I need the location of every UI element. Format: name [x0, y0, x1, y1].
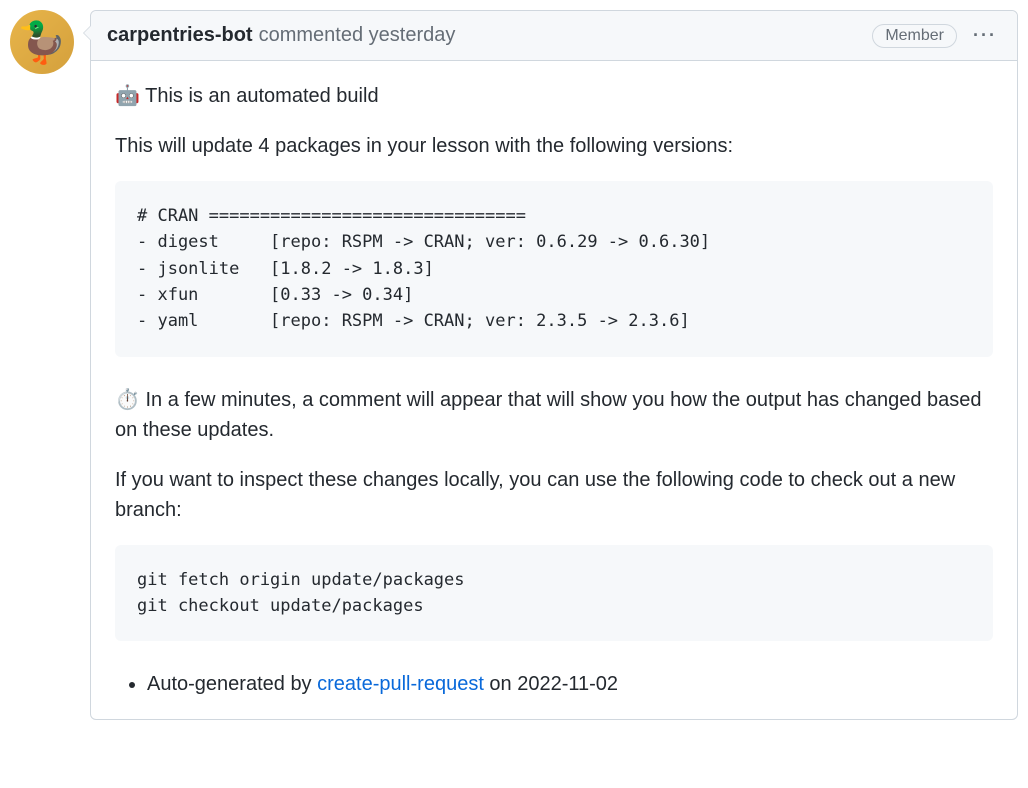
- code-block-packages: # CRAN =============================== -…: [115, 181, 993, 357]
- avatar[interactable]: 🦆: [10, 10, 74, 74]
- body-intro: 🤖 This is an automated build: [115, 81, 993, 111]
- code-block-git: git fetch origin update/packages git che…: [115, 545, 993, 642]
- footer-list: Auto-generated by create-pull-request on…: [115, 669, 993, 699]
- list-item: Auto-generated by create-pull-request on…: [147, 669, 993, 699]
- member-badge: Member: [872, 24, 957, 48]
- comment-action-timestamp: commented yesterday: [259, 24, 456, 47]
- footer-suffix: on 2022-11-02: [484, 673, 618, 695]
- comment-action: commented: [259, 24, 364, 46]
- footer-prefix: Auto-generated by: [147, 673, 317, 695]
- author-link[interactable]: carpentries-bot: [107, 24, 253, 47]
- comment-header: carpentries-bot commented yesterday Memb…: [91, 11, 1017, 61]
- create-pull-request-link[interactable]: create-pull-request: [317, 673, 484, 695]
- comment-box: carpentries-bot commented yesterday Memb…: [90, 10, 1018, 720]
- body-instruction: If you want to inspect these changes loc…: [115, 465, 993, 525]
- comment-container: 🦆 carpentries-bot commented yesterday Me…: [10, 10, 1018, 720]
- kebab-icon[interactable]: ···: [969, 21, 1001, 50]
- comment-body: 🤖 This is an automated build This will u…: [91, 61, 1017, 719]
- comment-timestamp[interactable]: yesterday: [369, 24, 456, 46]
- comment-header-actions: Member ···: [872, 21, 1001, 50]
- body-summary: This will update 4 packages in your less…: [115, 131, 993, 161]
- body-timer-note: ⏱️ In a few minutes, a comment will appe…: [115, 385, 993, 445]
